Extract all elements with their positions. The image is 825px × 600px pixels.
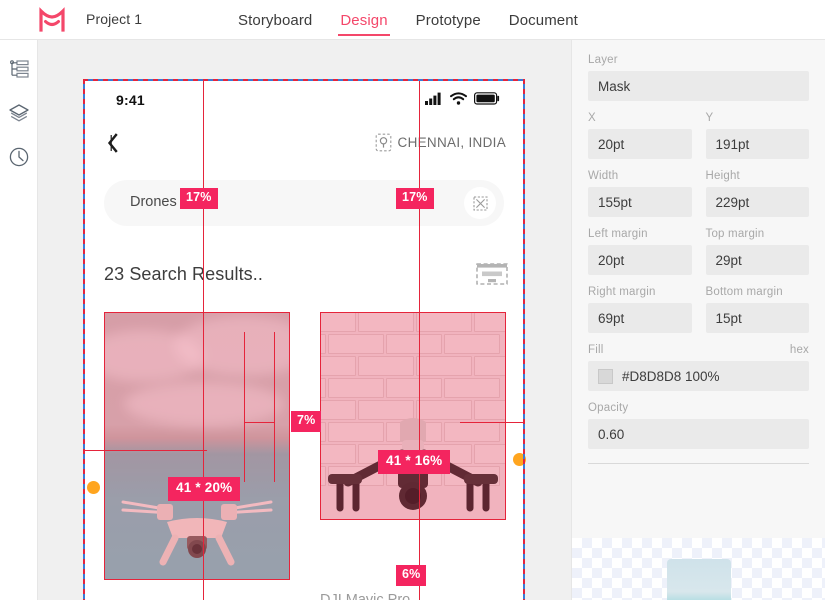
location-text: CHENNAI, INDIA bbox=[397, 135, 506, 150]
height-label: Height bbox=[705, 170, 740, 182]
x-label: X bbox=[588, 112, 596, 124]
clear-placeholder-icon[interactable] bbox=[464, 187, 496, 219]
card-left-size-badge[interactable]: 41 * 20% bbox=[168, 477, 241, 501]
search-input[interactable]: Drones bbox=[104, 180, 504, 226]
canvas-area[interactable]: 9:41 CHENNAI, INDIA Drones 23 Search Res… bbox=[38, 40, 571, 600]
fill-input[interactable]: #D8D8D8 100% bbox=[588, 361, 809, 391]
drone-card-right[interactable] bbox=[320, 312, 506, 520]
measure-badge-top-right[interactable]: 17% bbox=[396, 188, 434, 209]
history-clock-icon[interactable] bbox=[6, 144, 32, 170]
phone-status-bar: 9:41 bbox=[84, 80, 524, 124]
y-input[interactable]: 191pt bbox=[705, 129, 809, 159]
filter-placeholder-icon[interactable] bbox=[476, 262, 508, 286]
moqups-logo-icon[interactable] bbox=[36, 6, 68, 34]
tab-prototype[interactable]: Prototype bbox=[402, 0, 495, 40]
left-rail bbox=[0, 40, 38, 600]
wifi-icon bbox=[450, 92, 467, 105]
tab-design[interactable]: Design bbox=[326, 0, 401, 40]
y-label: Y bbox=[705, 112, 714, 124]
asset-preview-pane[interactable] bbox=[572, 538, 825, 600]
width-field: Width 155pt bbox=[588, 170, 692, 217]
width-label: Width bbox=[588, 170, 619, 182]
height-input[interactable]: 229pt bbox=[705, 187, 809, 217]
measure-badge-bottom[interactable]: 6% bbox=[396, 565, 427, 586]
card-right-size-badge[interactable]: 41 * 16% bbox=[378, 450, 451, 474]
product-name: DJI Mavic Pro bbox=[320, 592, 411, 600]
x-field: X 20pt bbox=[588, 112, 692, 159]
fill-field: Fill hex #D8D8D8 100% bbox=[588, 344, 809, 391]
main-tabs: Storyboard Design Prototype Document bbox=[238, 0, 592, 40]
left-margin-input[interactable]: 20pt bbox=[588, 245, 692, 275]
bottom-margin-input[interactable]: 15pt bbox=[705, 303, 809, 333]
drone-image-sea bbox=[104, 312, 290, 580]
asset-thumbnail[interactable] bbox=[667, 559, 731, 600]
bottom-margin-label: Bottom margin bbox=[705, 286, 783, 298]
app-header: Project 1 Storyboard Design Prototype Do… bbox=[0, 0, 825, 40]
width-input[interactable]: 155pt bbox=[588, 187, 692, 217]
right-margin-label: Right margin bbox=[588, 286, 656, 298]
cellular-signal-icon bbox=[425, 92, 441, 105]
opacity-input[interactable]: 0.60 bbox=[588, 419, 809, 449]
drone-image-brick bbox=[320, 312, 506, 520]
right-margin-input[interactable]: 69pt bbox=[588, 303, 692, 333]
left-margin-field: Left margin 20pt bbox=[588, 228, 692, 275]
location-pin-icon bbox=[375, 133, 391, 152]
tab-storyboard[interactable]: Storyboard bbox=[238, 0, 326, 40]
tab-document[interactable]: Document bbox=[495, 0, 592, 40]
left-margin-label: Left margin bbox=[588, 228, 648, 240]
y-field: Y 191pt bbox=[705, 112, 809, 159]
phone-nav-row: CHENNAI, INDIA bbox=[84, 124, 524, 164]
inspector-panel: Layer Mask X 20pt Y 191pt Width 155pt He… bbox=[571, 40, 825, 600]
project-name[interactable]: Project 1 bbox=[86, 11, 142, 27]
layer-input[interactable]: Mask bbox=[588, 71, 809, 101]
location-group[interactable]: CHENNAI, INDIA bbox=[375, 133, 506, 152]
battery-icon bbox=[474, 92, 500, 105]
right-margin-field: Right margin 69pt bbox=[588, 286, 692, 333]
measure-badge-gap[interactable]: 7% bbox=[291, 411, 322, 432]
artboard-phone-screen[interactable]: 9:41 CHENNAI, INDIA Drones 23 Search Res… bbox=[84, 80, 524, 600]
fill-hex-label: hex bbox=[789, 344, 809, 356]
status-icons-group bbox=[425, 92, 500, 105]
inspector-divider bbox=[588, 463, 809, 464]
resize-handle-left[interactable] bbox=[87, 481, 100, 494]
top-margin-input[interactable]: 29pt bbox=[705, 245, 809, 275]
measure-badge-top-left[interactable]: 17% bbox=[180, 188, 218, 209]
search-input-value: Drones bbox=[130, 194, 177, 210]
fill-value: #D8D8D8 100% bbox=[622, 368, 720, 384]
status-time: 9:41 bbox=[116, 92, 145, 108]
resize-handle-right[interactable] bbox=[513, 453, 526, 466]
x-input[interactable]: 20pt bbox=[588, 129, 692, 159]
top-margin-field: Top margin 29pt bbox=[705, 228, 809, 275]
outline-tree-icon[interactable] bbox=[6, 56, 32, 82]
top-margin-label: Top margin bbox=[705, 228, 765, 240]
fill-label: Fill bbox=[588, 344, 604, 356]
height-field: Height 229pt bbox=[705, 170, 809, 217]
layers-icon[interactable] bbox=[6, 100, 32, 126]
app-root: Project 1 Storyboard Design Prototype Do… bbox=[0, 0, 825, 600]
fill-color-swatch[interactable] bbox=[598, 368, 613, 384]
opacity-field: Opacity 0.60 bbox=[588, 402, 809, 449]
back-chevron-icon[interactable] bbox=[104, 132, 122, 154]
drone-card-left[interactable] bbox=[104, 312, 290, 580]
layer-label: Layer bbox=[588, 54, 618, 66]
layer-field: Layer Mask bbox=[588, 54, 809, 101]
bottom-margin-field: Bottom margin 15pt bbox=[705, 286, 809, 333]
opacity-label: Opacity bbox=[588, 402, 629, 414]
results-count-title: 23 Search Results.. bbox=[104, 264, 263, 284]
